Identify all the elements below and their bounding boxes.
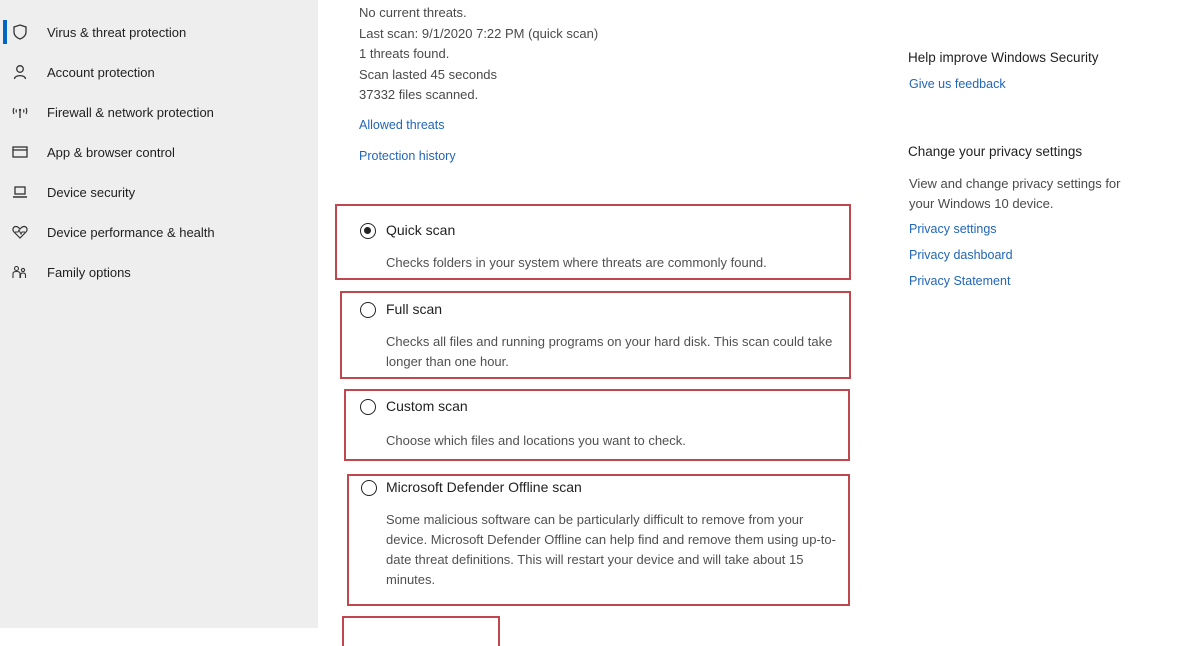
quick-scan-radio[interactable]: [360, 223, 376, 239]
protection-history-link[interactable]: Protection history: [359, 149, 456, 163]
status-threats-found: 1 threats found.: [359, 46, 450, 61]
browser-window-icon: [12, 144, 28, 160]
sidebar-item-virus-threat-protection[interactable]: Virus & threat protection: [0, 17, 318, 47]
shield-icon: [12, 24, 28, 40]
custom-scan-radio[interactable]: [360, 399, 376, 415]
scan-now-button-highlight[interactable]: [342, 616, 500, 646]
sidebar-item-label: Device performance & health: [47, 224, 215, 240]
sidebar-item-label: App & browser control: [47, 144, 175, 160]
sidebar-item-family-options[interactable]: Family options: [0, 257, 318, 287]
sidebar-item-label: Virus & threat protection: [47, 24, 187, 40]
sidebar-item-label: Family options: [47, 264, 131, 280]
full-scan-radio[interactable]: [360, 302, 376, 318]
sidebar-item-label: Device security: [47, 184, 136, 200]
status-no-threats: No current threats.: [359, 5, 467, 20]
custom-scan-option[interactable]: Custom scan Choose which files and locat…: [344, 389, 850, 461]
full-scan-option[interactable]: Full scan Checks all files and running p…: [340, 291, 851, 379]
improve-security-heading: Help improve Windows Security: [908, 50, 1099, 65]
sidebar-item-app-browser-control[interactable]: App & browser control: [0, 137, 318, 167]
quick-scan-option[interactable]: Quick scan Checks folders in your system…: [335, 204, 851, 280]
laptop-icon: [12, 184, 28, 200]
privacy-dashboard-link[interactable]: Privacy dashboard: [909, 248, 1013, 262]
status-last-scan: Last scan: 9/1/2020 7:22 PM (quick scan): [359, 26, 599, 41]
status-scan-duration: Scan lasted 45 seconds: [359, 67, 498, 82]
defender-offline-scan-title: Microsoft Defender Offline scan: [386, 479, 582, 495]
sidebar-item-label: Account protection: [47, 64, 155, 80]
privacy-statement-link[interactable]: Privacy Statement: [909, 274, 1010, 288]
sidebar-nav: Virus & threat protection Account protec…: [0, 0, 318, 628]
status-files-scanned: 37332 files scanned.: [359, 87, 479, 102]
custom-scan-description: Choose which files and locations you wan…: [386, 433, 686, 448]
custom-scan-title: Custom scan: [386, 398, 468, 414]
quick-scan-description: Checks folders in your system where thre…: [386, 255, 767, 270]
privacy-settings-heading: Change your privacy settings: [908, 144, 1083, 159]
defender-offline-scan-description: Some malicious software can be particula…: [386, 512, 836, 587]
sidebar-item-firewall-network-protection[interactable]: Firewall & network protection: [0, 97, 318, 127]
sidebar-item-account-protection[interactable]: Account protection: [0, 57, 318, 87]
privacy-settings-link[interactable]: Privacy settings: [909, 222, 997, 236]
sidebar-item-device-security[interactable]: Device security: [0, 177, 318, 207]
heart-icon: [12, 224, 28, 240]
quick-scan-title: Quick scan: [386, 222, 456, 238]
privacy-description: View and change privacy settings for you…: [909, 176, 1121, 211]
sidebar-item-label: Firewall & network protection: [47, 104, 214, 120]
wifi-antenna-icon: [12, 104, 28, 120]
give-feedback-link[interactable]: Give us feedback: [909, 77, 1006, 91]
full-scan-title: Full scan: [386, 301, 443, 317]
defender-offline-scan-option[interactable]: Microsoft Defender Offline scan Some mal…: [347, 474, 850, 606]
allowed-threats-link[interactable]: Allowed threats: [359, 118, 444, 132]
full-scan-description: Checks all files and running programs on…: [386, 334, 833, 369]
family-icon: [12, 264, 28, 280]
defender-offline-scan-radio[interactable]: [361, 480, 377, 496]
sidebar-item-device-performance-health[interactable]: Device performance & health: [0, 217, 318, 247]
person-icon: [12, 64, 28, 80]
